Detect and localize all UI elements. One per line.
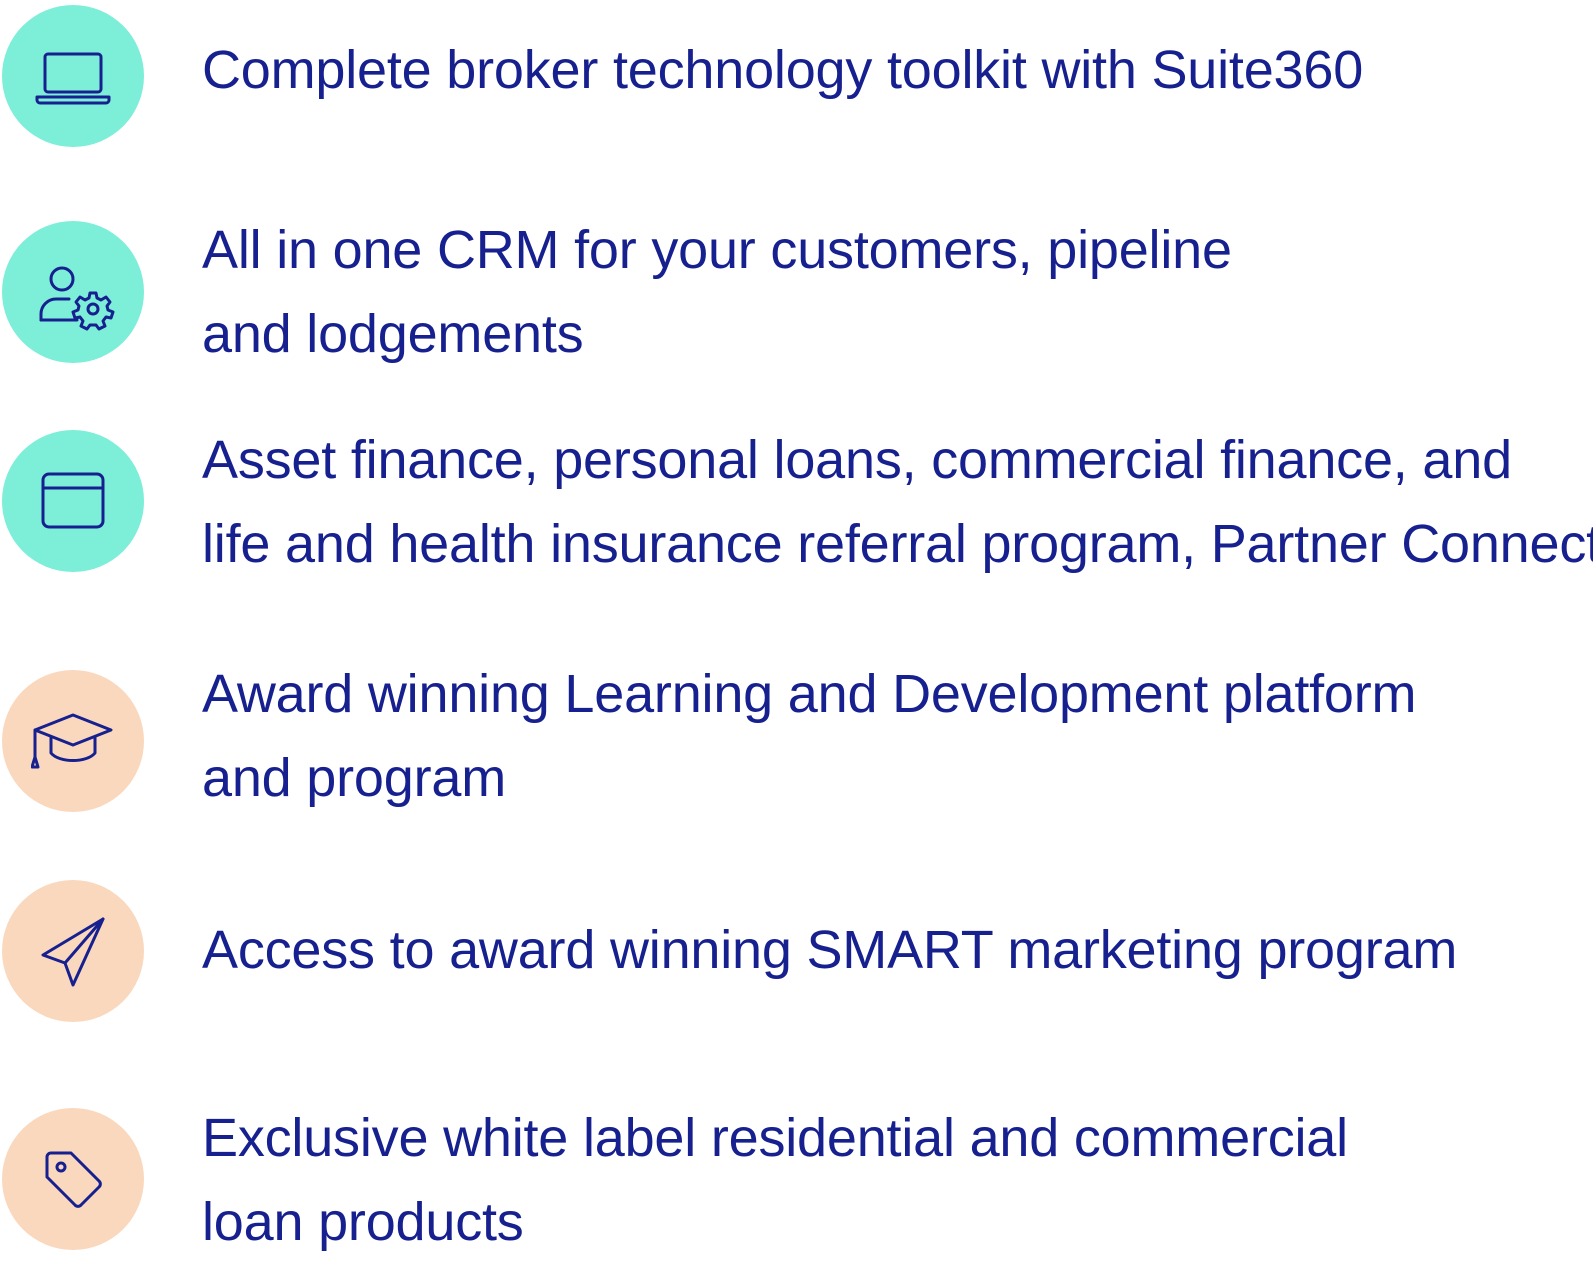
browser-window-icon <box>41 472 105 529</box>
graduation-cap-icon <box>31 713 113 769</box>
feature-line: Complete broker technology toolkit with … <box>202 40 1364 100</box>
icon-circle <box>2 880 144 1022</box>
icon-circle <box>2 5 144 147</box>
feature-text: Exclusive white label residential and co… <box>202 1096 1587 1264</box>
feature-line: Asset finance, personal loans, commercia… <box>202 430 1512 490</box>
feature-line: Access to award winning SMART marketing … <box>202 920 1458 980</box>
feature-line: and lodgements <box>202 304 584 364</box>
feature-line: and program <box>202 748 506 808</box>
feature-text: Access to award winning SMART marketing … <box>202 908 1587 992</box>
feature-text: Asset finance, personal loans, commercia… <box>202 418 1593 586</box>
feature-text: All in one CRM for your customers, pipel… <box>202 208 1587 376</box>
laptop-icon <box>35 52 111 105</box>
feature-line: loan products <box>202 1192 524 1252</box>
icon-circle <box>2 670 144 812</box>
icon-circle <box>2 221 144 363</box>
feature-line: All in one CRM for your customers, pipel… <box>202 220 1232 280</box>
paper-plane-icon <box>41 917 105 987</box>
feature-line: Exclusive white label residential and co… <box>202 1108 1348 1168</box>
icon-circle <box>2 430 144 572</box>
feature-line: life and health insurance referral progr… <box>202 514 1593 574</box>
tag-icon <box>45 1151 102 1208</box>
icon-circle <box>2 1108 144 1250</box>
feature-text: Complete broker technology toolkit with … <box>202 28 1587 112</box>
user-settings-icon <box>39 266 115 331</box>
feature-text: Award winning Learning and Development p… <box>202 652 1587 820</box>
feature-line: Award winning Learning and Development p… <box>202 664 1417 724</box>
